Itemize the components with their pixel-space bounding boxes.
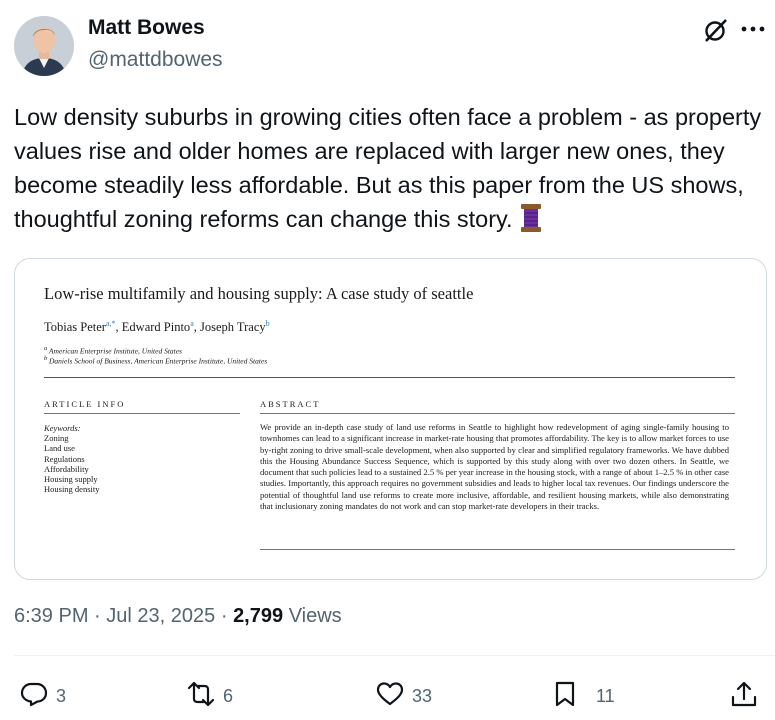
tweet-body: Low density suburbs in growing cities of… (14, 104, 762, 232)
affiliation-text: Daniels School of Business, American Ent… (49, 356, 268, 366)
paper-divider (260, 549, 735, 550)
keywords-label: Keywords: (44, 423, 81, 433)
paper-affiliation: a American Enterprise Institute, United … (44, 345, 182, 356)
reply-count: 3 (56, 685, 67, 706)
bookmark-count: 11 (596, 685, 615, 706)
more-icon[interactable] (740, 14, 766, 44)
author-name[interactable]: Matt Bowes (88, 16, 205, 40)
author-superscript: a (190, 319, 194, 328)
like-button[interactable]: 33 (376, 680, 432, 712)
paper-authors: Tobias Petera,*, Edward Pintoa, Joseph T… (44, 319, 270, 335)
keyword: Affordability (44, 463, 89, 474)
reply-button[interactable]: 3 (20, 680, 66, 712)
tweet-time[interactable]: 6:39 PM (14, 605, 88, 627)
divider (14, 655, 775, 656)
reply-icon (20, 680, 48, 713)
avatar-image (14, 16, 74, 76)
views-count: 2,799 (233, 605, 284, 627)
bookmark-icon (552, 680, 580, 713)
tweet-date[interactable]: Jul 23, 2025 (106, 605, 215, 627)
avatar[interactable] (14, 16, 74, 76)
share-button[interactable] (730, 680, 758, 712)
tweet-text: Low density suburbs in growing cities of… (14, 100, 769, 236)
repost-icon (187, 680, 215, 713)
affiliation-mark: a (44, 345, 48, 352)
paper-author: Edward Pinto (121, 320, 191, 335)
grok-icon[interactable] (702, 16, 730, 44)
keyword: Housing density (44, 484, 100, 495)
like-icon (376, 680, 404, 713)
repost-count: 6 (223, 685, 234, 706)
paper-divider (44, 377, 735, 378)
abstract-text: We provide an in-depth case study of lan… (260, 422, 729, 512)
author-handle[interactable]: @mattdbowes (88, 48, 223, 72)
paper-author: Joseph Tracy (200, 320, 266, 335)
paper-author: Tobias Peter (44, 320, 106, 335)
paper-screenshot: Low-rise multifamily and housing supply:… (15, 259, 766, 579)
keyword: Regulations (44, 453, 85, 464)
views-label: Views (288, 605, 342, 627)
article-info-heading: ARTICLE INFO (44, 399, 126, 409)
affiliation-mark: b (44, 355, 48, 362)
bookmark-button[interactable]: 11 (552, 680, 615, 712)
keyword: Land use (44, 443, 75, 454)
attached-image-card[interactable]: Low-rise multifamily and housing supply:… (14, 258, 767, 580)
keywords-list: Keywords: Zoning Land use Regulations Af… (44, 423, 100, 494)
separator: · (94, 605, 101, 627)
like-count: 33 (412, 685, 433, 706)
thread-emoji-icon (519, 203, 543, 233)
keyword: Housing supply (44, 474, 98, 485)
author-superscript: a,* (105, 319, 116, 328)
separator: · (220, 605, 228, 627)
author-superscript: b (265, 319, 270, 328)
share-icon (730, 680, 758, 713)
keyword: Zoning (44, 433, 69, 444)
abstract-heading: ABSTRACT (260, 399, 321, 409)
paper-divider (260, 413, 735, 414)
tweet-meta: 6:39 PM · Jul 23, 2025 · 2,799 Views (14, 605, 342, 628)
repost-button[interactable]: 6 (187, 680, 233, 712)
paper-title: Low-rise multifamily and housing supply:… (44, 284, 474, 303)
paper-affiliation: b Daniels School of Business, American E… (44, 355, 267, 366)
paper-divider (44, 413, 240, 414)
